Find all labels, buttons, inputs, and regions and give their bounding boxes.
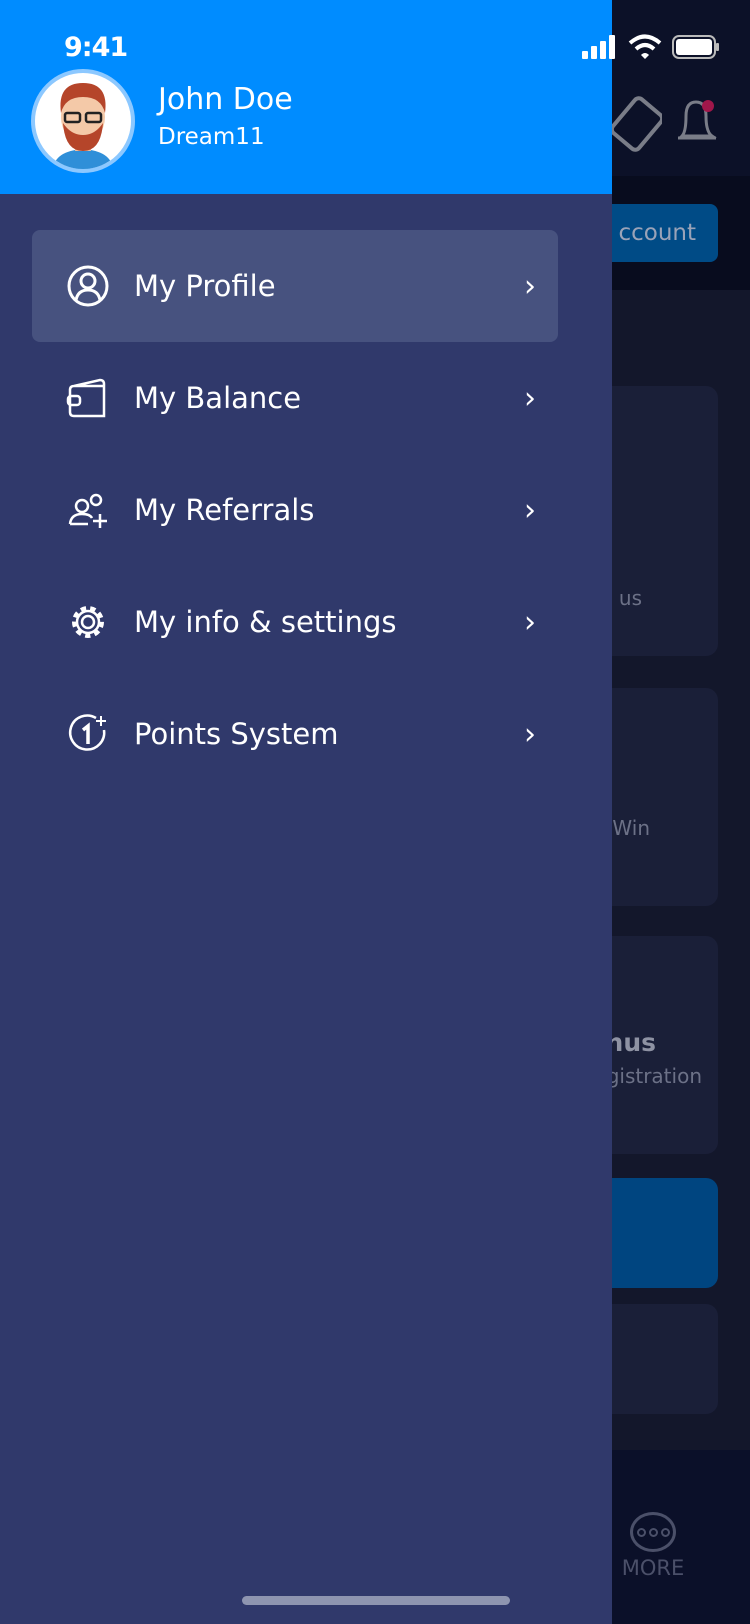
card-title: nus bbox=[605, 1028, 656, 1057]
status-icons bbox=[582, 34, 720, 60]
bell-icon[interactable] bbox=[672, 92, 722, 152]
chevron-right-icon: › bbox=[524, 380, 536, 416]
status-time: 9:41 bbox=[64, 32, 128, 63]
menu-item-label: My Profile bbox=[134, 269, 276, 303]
home-indicator[interactable] bbox=[242, 1596, 510, 1605]
referral-icon bbox=[66, 488, 110, 532]
more-label: MORE bbox=[621, 1556, 685, 1580]
card-subtitle: Win bbox=[612, 816, 650, 840]
points-icon bbox=[66, 712, 110, 756]
wallet-icon[interactable] bbox=[612, 92, 662, 152]
avatar[interactable] bbox=[31, 69, 135, 173]
chevron-right-icon: › bbox=[524, 268, 536, 304]
menu-item-label: My Referrals bbox=[134, 493, 315, 527]
wifi-icon bbox=[628, 34, 662, 59]
more-icon bbox=[630, 1512, 676, 1552]
menu-item-label: Points System bbox=[134, 717, 339, 751]
menu-item-my-balance[interactable]: My Balance › bbox=[32, 342, 558, 454]
menu-item-my-referrals[interactable]: My Referrals › bbox=[32, 454, 558, 566]
menu-item-label: My info & settings bbox=[134, 605, 397, 639]
menu-item-my-profile[interactable]: My Profile › bbox=[32, 230, 558, 342]
menu-item-label: My Balance bbox=[134, 381, 302, 415]
chevron-right-icon: › bbox=[524, 716, 536, 752]
chevron-right-icon: › bbox=[524, 604, 536, 640]
battery-icon bbox=[672, 35, 719, 59]
card-subtitle: gistration bbox=[606, 1064, 702, 1088]
user-name: John Doe bbox=[158, 82, 293, 117]
profile-icon bbox=[66, 264, 110, 308]
side-drawer: 9:41 John Doe Dream11 My Profile › My Ba… bbox=[0, 0, 719, 1624]
menu-item-points-system[interactable]: Points System › bbox=[32, 678, 558, 790]
drawer-header: 9:41 John Doe Dream11 bbox=[0, 0, 719, 194]
more-tab[interactable]: MORE bbox=[615, 1512, 691, 1580]
notification-dot bbox=[702, 100, 714, 112]
menu-item-my-info-settings[interactable]: My info & settings › bbox=[32, 566, 558, 678]
gear-icon bbox=[66, 600, 110, 644]
card-text: us bbox=[618, 586, 642, 610]
signal-icon bbox=[582, 35, 615, 59]
wallet-icon bbox=[66, 376, 110, 420]
chevron-right-icon: › bbox=[524, 492, 536, 528]
user-subtitle: Dream11 bbox=[158, 124, 265, 150]
